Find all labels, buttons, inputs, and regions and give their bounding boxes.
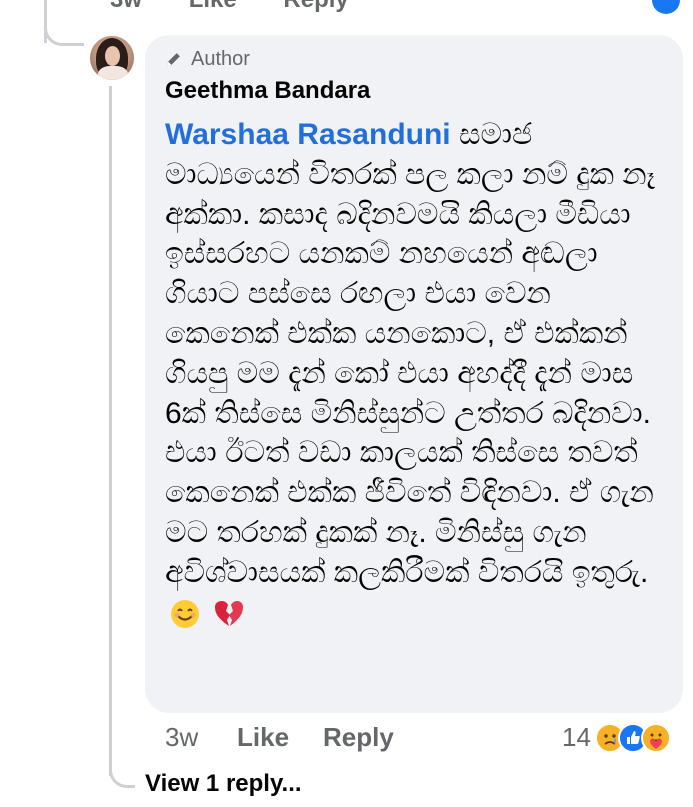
avatar[interactable] [90, 36, 134, 80]
smiling-face-emoji [171, 599, 199, 628]
reply-button[interactable]: Reply [323, 722, 394, 753]
comment-bubble: Author Geethma Bandara Warshaa Rasanduni… [145, 35, 683, 713]
comment-time[interactable]: 3w [165, 722, 198, 753]
reaction-summary[interactable]: 14 [562, 722, 671, 753]
author-badge-label: Author [191, 48, 250, 70]
comment-body: සමාජ මාධ්‍යයෙන් විතරක් පල කලා නම් දුක නෑ… [165, 118, 656, 589]
author-name[interactable]: Geethma Bandara [165, 77, 370, 105]
previous-comment-actions: 3w Like Reply [110, 0, 389, 14]
thread-connector-replies [109, 760, 135, 788]
author-badge: Author [165, 48, 250, 71]
previous-comment-like-button[interactable]: Like [189, 0, 237, 13]
like-button[interactable]: Like [237, 722, 289, 753]
mention-link[interactable]: Warshaa Rasanduni [165, 118, 451, 151]
comment-text: Warshaa Rasanduni සමාජ මාධ්‍යයෙන් විතරක්… [165, 115, 670, 632]
previous-comment-reaction-icon [652, 0, 680, 14]
thread-line-reply [109, 86, 112, 776]
broken-heart-emoji [215, 600, 244, 626]
reaction-count: 14 [562, 722, 591, 752]
thread-connector [44, 22, 84, 46]
care-reaction-icon [640, 722, 671, 753]
view-replies-link[interactable]: View 1 reply... [145, 770, 302, 798]
previous-comment-reply-button[interactable]: Reply [283, 0, 348, 13]
pencil-icon [167, 53, 180, 66]
previous-comment-time: 3w [110, 0, 142, 13]
